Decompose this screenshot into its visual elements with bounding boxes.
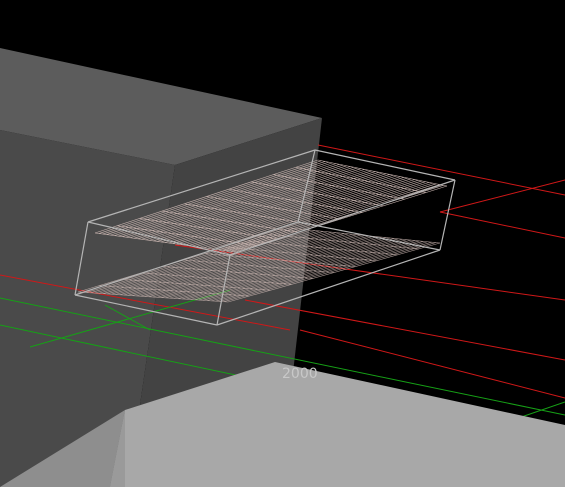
3d-viewport[interactable]: 2000 — [0, 0, 565, 487]
red-grid-line — [439, 179, 565, 213]
axis-label: 2000 — [282, 366, 318, 382]
wireframe-edge — [314, 149, 456, 181]
red-grid-line — [439, 211, 565, 239]
